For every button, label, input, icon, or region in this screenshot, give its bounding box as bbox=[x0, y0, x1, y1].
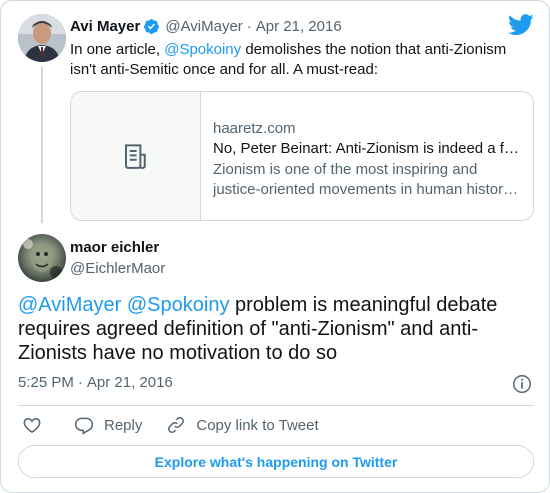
tweet-timestamp[interactable]: 5:25 PM · Apr 21, 2016 bbox=[18, 374, 173, 391]
card-thumbnail bbox=[71, 92, 201, 220]
main-author-handle[interactable]: @EichlerMaor bbox=[70, 260, 165, 277]
main-author-name[interactable]: maor eichler bbox=[70, 239, 159, 256]
parent-tweet-text: In one article, @Spokoiny demolishes the… bbox=[70, 40, 530, 80]
parent-tweet-header: Avi Mayer @AviMayer · Apr 21, 2016 bbox=[70, 16, 342, 36]
reply-icon bbox=[74, 417, 94, 435]
info-icon[interactable] bbox=[511, 373, 533, 395]
parent-author-name[interactable]: Avi Mayer bbox=[70, 18, 140, 35]
twitter-bird-icon[interactable] bbox=[508, 14, 534, 36]
like-button[interactable] bbox=[22, 415, 42, 435]
separator-dot: · bbox=[246, 17, 252, 35]
mention-link[interactable]: @Spokoiny bbox=[127, 294, 230, 316]
mention-link[interactable]: @AviMayer bbox=[18, 294, 121, 316]
link-preview-card[interactable]: haaretz.com No, Peter Beinart: Anti-Zion… bbox=[70, 91, 534, 221]
parent-tweet-date[interactable]: Apr 21, 2016 bbox=[256, 18, 342, 35]
avatar-maor-eichler[interactable] bbox=[18, 234, 66, 282]
card-title: No, Peter Beinart: Anti-Zionism is indee… bbox=[213, 140, 523, 157]
tweet-time[interactable]: 5:25 PM bbox=[18, 374, 74, 391]
heart-icon bbox=[23, 417, 41, 433]
copy-link-label: Copy link to Tweet bbox=[196, 416, 319, 434]
tweet-date[interactable]: Apr 21, 2016 bbox=[87, 374, 173, 391]
separator-dot: · bbox=[77, 374, 83, 391]
explore-twitter-button[interactable]: Explore what's happening on Twitter bbox=[18, 445, 534, 478]
embedded-tweet: Avi Mayer @AviMayer · Apr 21, 2016 In on… bbox=[0, 0, 550, 493]
card-description: Zionism is one of the most inspiring and… bbox=[213, 161, 514, 198]
actions-divider bbox=[18, 405, 534, 406]
link-icon bbox=[168, 417, 185, 433]
reply-label: Reply bbox=[104, 416, 143, 434]
copy-link-button[interactable]: Copy link to Tweet bbox=[166, 415, 319, 435]
thread-connector-line bbox=[41, 67, 43, 223]
article-icon bbox=[124, 144, 146, 169]
main-tweet-text: @AviMayer @Spokoiny problem is meaningfu… bbox=[18, 293, 538, 365]
parent-author-handle[interactable]: @AviMayer bbox=[165, 18, 242, 35]
card-body: haaretz.com No, Peter Beinart: Anti-Zion… bbox=[201, 92, 533, 220]
reply-button[interactable]: Reply bbox=[74, 415, 142, 435]
parent-tweet-text-part: In one article, bbox=[70, 41, 165, 58]
verified-badge-icon bbox=[144, 18, 160, 34]
tweet-actions: Reply Copy link to Tweet bbox=[18, 414, 319, 436]
card-domain: haaretz.com bbox=[213, 120, 296, 137]
mention-link[interactable]: @Spokoiny bbox=[164, 41, 241, 58]
avatar-avi-mayer[interactable] bbox=[18, 14, 66, 62]
